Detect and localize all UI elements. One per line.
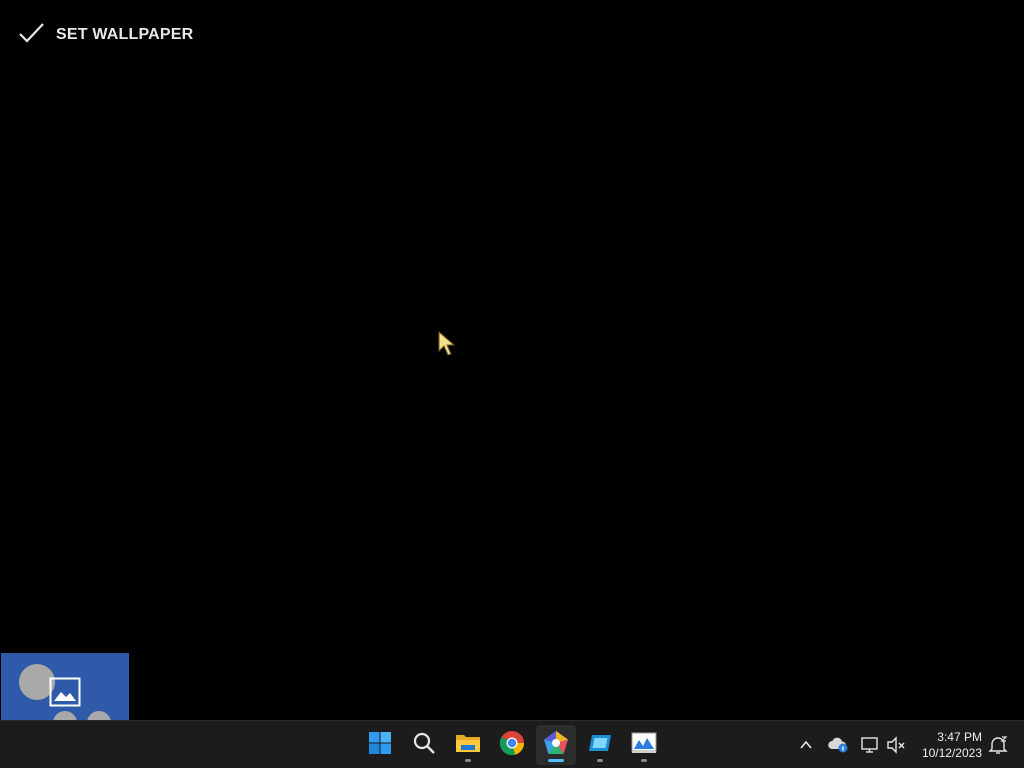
search-icon xyxy=(412,731,436,760)
wallpaper-thumbnail[interactable] xyxy=(1,653,129,720)
notifications-icon[interactable] xyxy=(986,733,1010,757)
set-wallpaper-button[interactable]: SET WALLPAPER xyxy=(16,20,193,50)
photo-app-icon xyxy=(543,730,569,761)
chevron-up-icon[interactable] xyxy=(794,733,818,757)
file-explorer-icon xyxy=(455,731,481,760)
checkmark-icon xyxy=(16,18,46,53)
clock[interactable]: 3:47 PM 10/12/2023 xyxy=(922,729,982,761)
thumbnail-circle xyxy=(87,711,111,720)
taskbar: 3:47 PM 10/12/2023 xyxy=(0,720,1024,768)
thumbnail-circle xyxy=(53,711,77,720)
clock-time: 3:47 PM xyxy=(937,730,982,744)
volume-muted-icon[interactable] xyxy=(884,733,908,757)
set-wallpaper-label: SET WALLPAPER xyxy=(56,26,194,43)
chrome-button[interactable] xyxy=(492,725,532,765)
onedrive-icon[interactable] xyxy=(826,733,850,757)
image-viewer-button[interactable] xyxy=(624,725,664,765)
chrome-icon xyxy=(499,730,525,761)
search-button[interactable] xyxy=(404,725,444,765)
start-icon xyxy=(368,731,392,760)
file-explorer-button[interactable] xyxy=(448,725,488,765)
app-button[interactable] xyxy=(580,725,620,765)
clock-date: 10/12/2023 xyxy=(921,746,982,760)
running-indicator xyxy=(641,759,647,762)
mouse-cursor-icon xyxy=(438,330,458,357)
active-indicator xyxy=(548,759,564,762)
start-button[interactable] xyxy=(360,725,400,765)
running-indicator xyxy=(597,759,603,762)
image-viewer: SET WALLPAPER xyxy=(0,0,1024,720)
app-icon xyxy=(588,731,612,760)
photo-app-button[interactable] xyxy=(536,725,576,765)
running-indicator xyxy=(465,759,471,762)
network-icon[interactable] xyxy=(858,733,882,757)
image-icon xyxy=(49,677,81,712)
image-viewer-icon xyxy=(631,732,657,759)
